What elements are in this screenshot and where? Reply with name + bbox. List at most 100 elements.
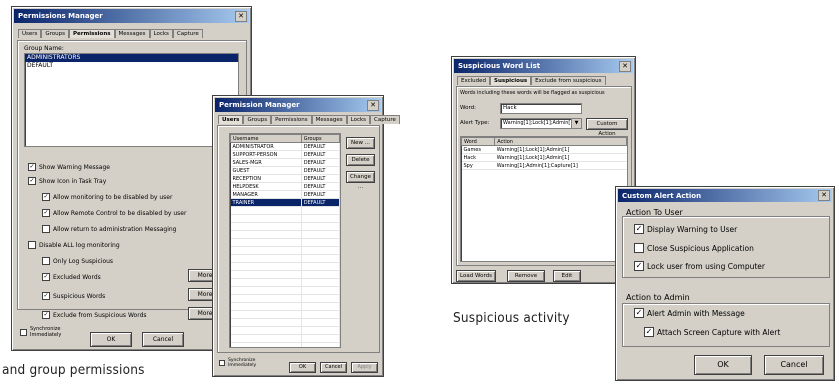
checkbox-checked-icon[interactable]: ✓ [28,163,36,171]
cancel-button-1[interactable]: Cancel [142,332,184,347]
option-checkbox[interactable]: ✓ Suspicious Words [42,292,105,300]
delete-user-button[interactable]: Delete [346,154,375,166]
alert-option-checkbox[interactable]: ✓ Display Warning to User [634,224,737,234]
close-icon[interactable]: ✕ [818,190,830,201]
cancel-button-4[interactable]: Cancel [764,355,824,375]
option-checkbox[interactable]: Allow return to administration Messaging [42,225,176,233]
checkbox-checked-icon[interactable]: ✓ [42,292,50,300]
alert-type-select[interactable]: Warning[1];Lock[1];Admin[1] ▼ [500,118,582,129]
apply-button[interactable]: Apply [351,362,378,373]
empty-row [230,342,340,347]
ok-button-2[interactable]: OK [289,362,316,373]
table-row[interactable]: HELPDESK DEFAULT [230,182,340,191]
alert-option-checkbox[interactable]: ✓ Alert Admin with Message [634,308,745,318]
option-label: Show Icon in Task Tray [39,177,107,185]
table-row[interactable]: SUPPORT-PERSON DEFAULT [230,150,340,159]
table-row[interactable]: MANAGER DEFAULT [230,190,340,199]
load-words-button[interactable]: Load Words [456,270,496,282]
tab-groups[interactable]: Groups [243,115,272,124]
option-label: Exclude from Suspicious Words [53,311,147,319]
tab-messages[interactable]: Messages [311,115,347,124]
option-checkbox[interactable]: ✓ Allow Remote Control to be disabled by … [42,209,186,217]
group-list[interactable]: ADMINISTRATORS DEFAULT [24,53,239,147]
table-row[interactable]: Games Warning[1];Lock[1];Admin[1] [461,145,627,154]
tab-suspicious[interactable]: Suspicious [490,76,532,85]
group-list-item[interactable]: DEFAULT [25,62,238,70]
checkbox-box[interactable] [20,328,27,336]
option-checkbox[interactable]: ✓ Show Warning Message [28,163,110,171]
table-row[interactable]: SALES-MGR DEFAULT [230,158,340,167]
alert-option-checkbox[interactable]: Close Suspicious Application [634,243,754,253]
tab-users[interactable]: Users [218,115,244,124]
window-title-text: Custom Alert Action [622,192,702,200]
caption-right: Suspicious activity [453,310,570,326]
table-row[interactable]: ADMINISTRATOR DEFAULT [230,142,340,151]
tab-excluded[interactable]: Excluded [457,76,491,85]
ok-button-4[interactable]: OK [694,355,752,375]
tab-permissions[interactable]: Permissions [69,29,115,38]
tab-locks[interactable]: Locks [346,115,371,124]
option-checkbox[interactable]: ✓ Show Icon in Task Tray [28,177,106,185]
table-cell: Warning[1];Lock[1];Admin[1] [494,145,627,154]
checkbox-checked-icon[interactable]: ✓ [42,311,50,319]
column-header[interactable]: Groups [300,134,340,143]
option-checkbox[interactable]: Disable ALL log monitoring [28,241,120,249]
column-header[interactable]: Word [461,137,496,146]
new-user-button[interactable]: New ... [346,137,375,149]
checkbox-checked-icon[interactable]: ✓ [28,177,36,185]
tab-users[interactable]: Users [18,29,42,38]
option-label: Disable ALL log monitoring [39,241,120,249]
change-user-button[interactable]: Change ... [346,171,375,190]
table-row[interactable]: Spy Warning[1];Admin[1];Capture[1] [461,161,627,170]
column-header[interactable]: Action [494,137,627,146]
checkbox-box[interactable] [219,360,225,366]
checkbox-checked-icon[interactable]: ✓ [634,224,644,234]
table-row[interactable]: RECEPTION DEFAULT [230,174,340,183]
tab-messages[interactable]: Messages [114,29,150,38]
checkbox-checked-icon[interactable]: ✓ [42,193,50,201]
option-checkbox[interactable]: ✓ Excluded Words [42,273,101,281]
option-checkbox[interactable]: ✓ Allow monitoring to be disabled by user [42,193,172,201]
checkbox-checked-icon[interactable]: ✓ [634,261,644,271]
group-list-item[interactable]: ADMINISTRATORS [25,54,238,62]
suspicious-words-table[interactable]: Word Action Games Warning[1];Lock[1];Admin[… [460,136,628,262]
chevron-down-icon[interactable]: ▼ [571,119,581,128]
alert-option-checkbox[interactable]: ✓ Attach Screen Capture with Alert [644,327,780,337]
tab-capture[interactable]: Capture [172,29,203,38]
checkbox-empty-icon[interactable] [42,225,50,233]
tab-exclude-from-suspicious[interactable]: Exclude from suspicious [531,76,606,85]
checkbox-empty-icon[interactable] [28,241,36,249]
sync-label-2: Synchronize Immediately [228,358,257,368]
tab-capture[interactable]: Capture [370,115,400,124]
table-row[interactable]: TRAINER DEFAULT [230,198,340,207]
checkbox-empty-icon[interactable] [634,243,644,253]
column-header[interactable]: Username [230,134,302,143]
custom-action-button[interactable]: Custom Action [586,118,628,137]
tab-locks[interactable]: Locks [149,29,173,38]
checkbox-checked-icon[interactable]: ✓ [42,273,50,281]
users-table[interactable]: Username Groups ADMINISTRATOR DEFAULT SUPPOR… [229,133,341,348]
option-checkbox[interactable]: ✓ Exclude from Suspicious Words [42,311,147,319]
users-manager-window: Permission Manager ✕ Users Groups Permissi… [212,95,400,377]
cancel-button-2[interactable]: Cancel [320,362,347,373]
remove-button[interactable]: Remove [507,270,545,282]
tab-groups[interactable]: Groups [41,29,70,38]
alert-option-checkbox[interactable]: ✓ Lock user from using Computer [634,261,765,271]
word-input[interactable]: Hack [500,103,582,114]
sync-checkbox-1[interactable]: Synchronize Immediately [20,326,62,338]
close-icon[interactable]: ✕ [367,100,379,111]
custom-alert-title: Custom Alert Action ✕ [618,189,832,202]
sync-checkbox-2[interactable]: Synchronize Immediately [219,358,258,368]
checkbox-checked-icon[interactable]: ✓ [42,209,50,217]
ok-button-1[interactable]: OK [90,332,132,347]
edit-button[interactable]: Edit [553,270,581,282]
checkbox-checked-icon[interactable]: ✓ [644,327,654,337]
option-checkbox[interactable]: Only Log Suspicious [42,257,113,265]
table-row[interactable]: GUEST DEFAULT [230,166,340,175]
close-icon[interactable]: ✕ [619,61,631,72]
checkbox-checked-icon[interactable]: ✓ [634,308,644,318]
table-row[interactable]: Hack Warning[1];Lock[1];Admin[1] [461,153,627,162]
close-icon[interactable]: ✕ [235,11,247,22]
tab-permissions[interactable]: Permissions [271,115,312,124]
checkbox-empty-icon[interactable] [42,257,50,265]
